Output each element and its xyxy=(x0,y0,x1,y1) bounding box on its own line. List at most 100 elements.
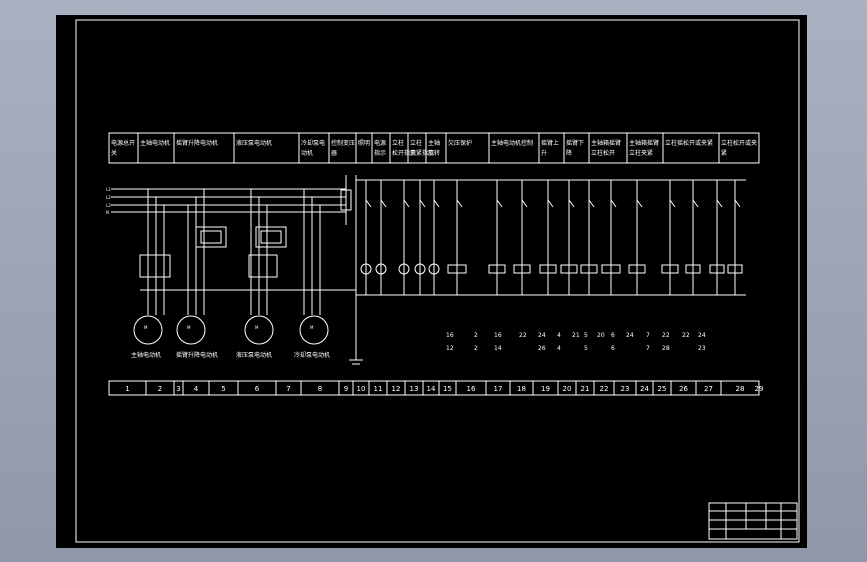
contact-ref: 16 xyxy=(446,332,454,339)
column-number: 16 xyxy=(467,385,476,393)
header-cell: 紧 xyxy=(721,149,727,157)
column-number: 23 xyxy=(621,385,630,393)
contact-ref: 14 xyxy=(494,345,502,352)
svg-text:L2: L2 xyxy=(106,195,111,200)
svg-text:L1: L1 xyxy=(106,187,111,192)
header-cell: 立柱 xyxy=(392,139,404,147)
svg-text:M: M xyxy=(144,325,148,330)
header-cell: 主轴电动机控制 xyxy=(491,139,533,147)
inner-border xyxy=(75,19,800,543)
header-cell: 液压泵电动机 xyxy=(236,139,272,147)
motor-icon xyxy=(299,315,329,345)
header-cell: 照明 xyxy=(358,140,370,147)
cad-viewport[interactable]: 电源总开关主轴电动机 摇臂升降电动机 液压泵电动机 冷却泵电 动机 控制变压器照明 电源 指示… xyxy=(0,0,867,562)
column-number: 20 xyxy=(563,385,572,393)
contact-ref: 24 xyxy=(698,332,706,339)
contact-cross-reference: 161222161422 24264421 5520 6624 77222822 2423 xyxy=(446,332,706,352)
contact-ref: 2 xyxy=(474,332,478,339)
header-cell: 立柱 xyxy=(410,139,422,147)
contact-ref: 22 xyxy=(519,332,527,339)
contact-ref: 6 xyxy=(611,332,615,339)
header-cell: 立柱松开或夹 xyxy=(721,139,757,147)
column-number: 19 xyxy=(541,385,550,393)
contact-ref: 28 xyxy=(662,345,670,352)
contact-ref: 4 xyxy=(557,332,561,339)
header-cell: 主轴箱摇臂 xyxy=(591,139,621,147)
motor-label: 主轴电动机 xyxy=(131,351,161,359)
header-cell: 电源 xyxy=(374,139,386,147)
header-cell: 立柱摇松开或夹紧 xyxy=(665,139,713,147)
column-number: 4 xyxy=(194,385,199,393)
contact-ref: 7 xyxy=(646,332,650,339)
header-cell: 主轴箱摇臂 xyxy=(629,139,659,147)
column-number: 15 xyxy=(443,385,452,393)
contact-ref: 24 xyxy=(538,332,546,339)
column-number: 7 xyxy=(286,385,290,393)
header-cell: 立柱松开 xyxy=(591,149,615,157)
column-number: 2 xyxy=(158,385,162,393)
column-number: 22 xyxy=(600,385,609,393)
header-cell: 欠压保护 xyxy=(448,139,472,147)
column-number: 9 xyxy=(344,385,348,393)
svg-text:M: M xyxy=(187,325,191,330)
contact-ref: 23 xyxy=(698,345,706,352)
contact-ref: 2 xyxy=(474,345,478,352)
column-number: 27 xyxy=(704,385,713,393)
column-number: 28 xyxy=(736,385,745,393)
contact-ref: 5 xyxy=(584,332,588,339)
indicator-lamps xyxy=(360,263,440,275)
contact-ref: 22 xyxy=(682,332,690,339)
contact-ref: 26 xyxy=(538,345,546,352)
header-cell: 主轴 xyxy=(428,139,440,147)
header-cell: 电源总开 xyxy=(111,139,135,147)
contact-ref: 4 xyxy=(557,345,561,352)
column-number: 3 xyxy=(176,385,180,393)
electrical-schematic: 电源总开关主轴电动机 摇臂升降电动机 液压泵电动机 冷却泵电动机控制变压器照明 电源指示… xyxy=(75,19,800,543)
header-cell: 控制变压 xyxy=(331,139,355,147)
column-number: 24 xyxy=(640,385,649,393)
column-number: 26 xyxy=(679,385,688,393)
svg-text:L3: L3 xyxy=(106,203,111,208)
title-block xyxy=(708,502,798,540)
column-number: 13 xyxy=(410,385,419,393)
contact-ref: 5 xyxy=(584,345,588,352)
motor-label: 液压泵电动机 xyxy=(236,351,272,359)
column-number: 29 xyxy=(755,385,764,393)
column-number: 12 xyxy=(392,385,401,393)
column-number: 25 xyxy=(658,385,667,393)
contact-ref: 22 xyxy=(662,332,670,339)
header-cell: 摇臂升降电动机 xyxy=(176,139,218,147)
svg-text:M: M xyxy=(255,325,259,330)
column-number: 18 xyxy=(517,385,526,393)
column-number-strip: 1 2 3 4 5 6 7 8 9 10 11 12 13 14 15 16 17 18 19 20 21 22 23 24 2… xyxy=(108,380,764,396)
drawing-sheet: 电源总开关主轴电动机 摇臂升降电动机 液压泵电动机 冷却泵电 动机 控制变压器照明 电源 指示… xyxy=(56,15,807,548)
header-cell: 动机 xyxy=(301,149,313,157)
column-number: 11 xyxy=(374,385,383,393)
motor-icon xyxy=(176,315,206,345)
relay-coils xyxy=(447,264,743,274)
motor-symbols: M M M M xyxy=(133,315,329,345)
header-cell: 冷却泵电 xyxy=(301,139,325,147)
column-number: 10 xyxy=(357,385,366,393)
header-cell: 降 xyxy=(566,149,572,157)
contact-ref: 12 xyxy=(446,345,454,352)
header-cell: 立柱夹紧 xyxy=(629,149,653,157)
header-cell: 主轴电动机 xyxy=(140,139,170,147)
column-number: 1 xyxy=(125,385,129,393)
contact-ref: 7 xyxy=(646,345,650,352)
column-number: 8 xyxy=(318,385,322,393)
header-cell: 关 xyxy=(111,149,117,157)
motor-labels: 主轴电动机 摇臂升降电动机 液压泵电动机 冷却泵电动机 xyxy=(131,351,330,359)
header-cell: 升 xyxy=(541,149,547,157)
contact-ref: 20 xyxy=(597,332,605,339)
contact-ref: 24 xyxy=(626,332,634,339)
motor-icon xyxy=(244,315,274,345)
svg-text:N: N xyxy=(106,210,109,215)
motor-label: 摇臂升降电动机 xyxy=(176,351,218,359)
header-cell: 摇臂下 xyxy=(566,139,584,147)
header-cell: 器 xyxy=(331,150,337,157)
column-number: 14 xyxy=(427,385,436,393)
contact-ref: 16 xyxy=(494,332,502,339)
power-bus: L1 L2 L3 N xyxy=(106,187,346,215)
column-number: 6 xyxy=(255,385,260,393)
